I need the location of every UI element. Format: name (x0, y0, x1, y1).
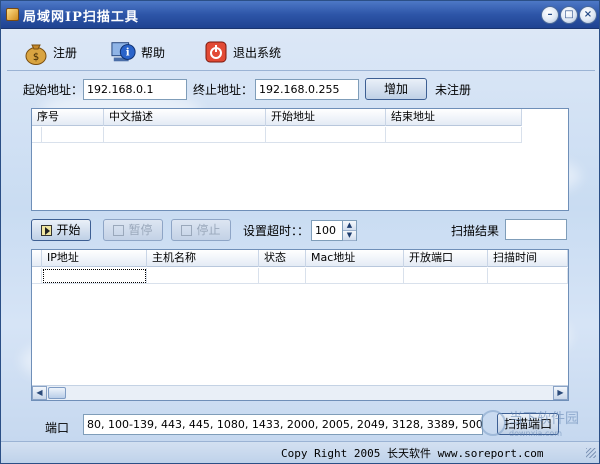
timeout-label: 设置超时：： (243, 224, 310, 238)
info-icon: i (111, 39, 137, 65)
scroll-right-icon[interactable]: ▶ (553, 386, 568, 400)
stop-label: 停止 (196, 223, 221, 237)
column-header[interactable]: 扫描时间 (488, 250, 568, 267)
end-address-input[interactable]: 192.168.0.255 (255, 79, 359, 100)
status-bar: Copy Right 2005 长天软件 www.soreport.com (1, 441, 599, 463)
play-icon (41, 225, 53, 236)
register-label: 注册 (53, 45, 78, 60)
table-row[interactable] (32, 268, 568, 284)
pause-icon (113, 225, 125, 236)
title-bar[interactable]: 局域网IP扫描工具 – □ × (1, 1, 599, 29)
column-header[interactable]: 主机名称 (147, 250, 259, 267)
svg-text:$: $ (33, 52, 39, 63)
selected-cell[interactable] (42, 268, 147, 284)
column-header[interactable]: 序号 (32, 109, 104, 126)
add-button[interactable]: 增加 (365, 78, 427, 100)
copyright-text: Copy Right 2005 长天软件 www.soreport.com (281, 447, 544, 460)
watermark-logo: 当下软件园 downxia.com (479, 406, 599, 440)
results-horizontal-scrollbar[interactable]: ◀ ▶ (32, 385, 568, 400)
register-status: 未注册 (435, 83, 472, 97)
start-button[interactable]: 开始 (31, 219, 91, 241)
minimize-button[interactable]: – (541, 6, 559, 24)
scan-result-label: 扫描结果 (451, 224, 500, 238)
column-header[interactable]: 结束地址 (386, 109, 522, 126)
port-input[interactable]: 80, 100-139, 443, 445, 1080, 1433, 2000,… (83, 414, 483, 435)
spin-down-icon[interactable]: ▼ (343, 231, 356, 241)
power-icon (203, 39, 229, 65)
column-header[interactable]: IP地址 (42, 250, 147, 267)
money-bag-icon: $ (23, 39, 49, 65)
main-window: 局域网IP扫描工具 – □ × $ 注册 i 帮助 退出系统 起始地址： 192… (0, 0, 600, 464)
window-title: 局域网IP扫描工具 (23, 10, 139, 25)
scroll-left-icon[interactable]: ◀ (32, 386, 47, 400)
column-header[interactable]: 开放端口 (404, 250, 488, 267)
end-address-label: 终止地址： (193, 83, 254, 97)
results-table[interactable]: IP地址 主机名称 状态 Mac地址 开放端口 扫描时间 ◀ ▶ (31, 249, 569, 401)
pause-label: 暂停 (128, 223, 153, 237)
exit-button[interactable]: 退出系统 (203, 37, 281, 67)
close-button[interactable]: × (579, 6, 597, 24)
watermark-url: downxia.com (509, 429, 562, 438)
watermark-text: 当下软件园 (509, 411, 579, 427)
stop-button[interactable]: 停止 (171, 219, 231, 241)
register-button[interactable]: $ 注册 (23, 37, 77, 67)
scan-result-field[interactable] (505, 219, 567, 240)
port-label: 端口 (45, 421, 70, 435)
stop-icon (181, 225, 193, 236)
table-row[interactable] (32, 127, 522, 143)
range-table[interactable]: 序号 中文描述 开始地址 结束地址 (31, 108, 569, 211)
column-header[interactable]: 状态 (259, 250, 306, 267)
scroll-thumb[interactable] (48, 387, 66, 399)
start-address-input[interactable]: 192.168.0.1 (83, 79, 187, 100)
start-address-label: 起始地址： (23, 83, 84, 97)
resize-grip-icon[interactable] (586, 448, 596, 458)
svg-text:i: i (126, 47, 130, 59)
pause-button[interactable]: 暂停 (103, 219, 163, 241)
spin-up-icon[interactable]: ▲ (343, 221, 356, 231)
timeout-spinner[interactable]: ▲ ▼ (342, 221, 356, 241)
column-header[interactable]: 开始地址 (266, 109, 386, 126)
maximize-button[interactable]: □ (560, 6, 578, 24)
range-table-header: 序号 中文描述 开始地址 结束地址 (32, 109, 522, 126)
toolbar: $ 注册 i 帮助 退出系统 (7, 33, 595, 71)
exit-label: 退出系统 (233, 45, 282, 60)
column-header[interactable]: 中文描述 (104, 109, 266, 126)
help-label: 帮助 (141, 45, 166, 60)
results-table-header: IP地址 主机名称 状态 Mac地址 开放端口 扫描时间 (32, 250, 568, 267)
column-header[interactable]: Mac地址 (306, 250, 404, 267)
app-icon (6, 8, 19, 21)
help-button[interactable]: i 帮助 (111, 37, 165, 67)
start-label: 开始 (56, 223, 81, 237)
